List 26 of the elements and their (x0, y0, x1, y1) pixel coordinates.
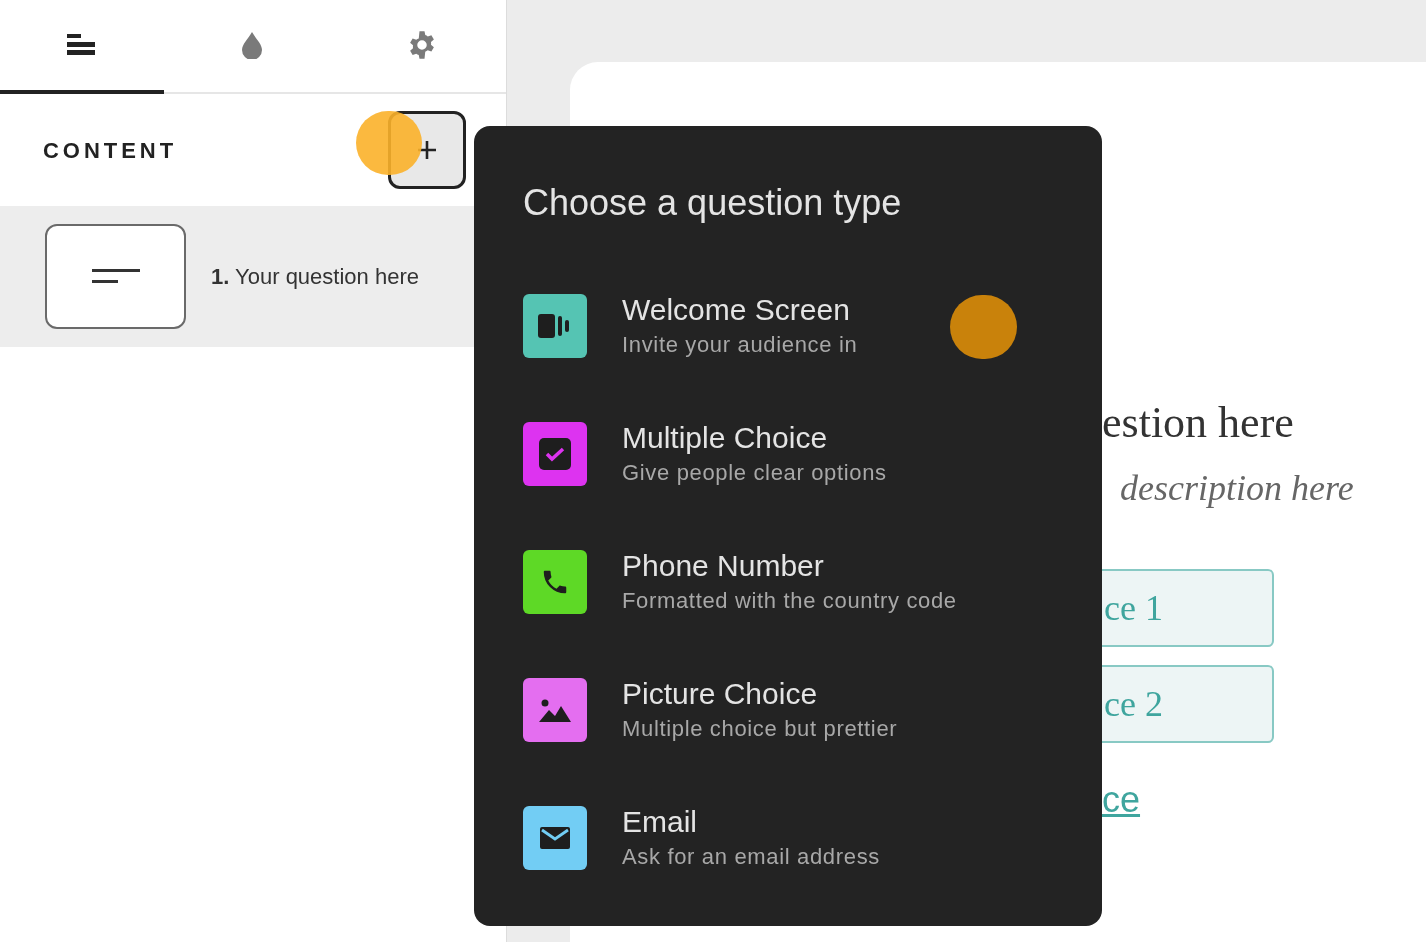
settings-icon (407, 30, 437, 60)
welcome-icon (538, 313, 572, 339)
option-title: Email (622, 804, 698, 840)
envelope-icon (540, 827, 570, 849)
option-description: Multiple choice but prettier (622, 715, 898, 743)
question-type-option[interactable]: Multiple Choice Give people clear options (523, 422, 1102, 486)
menu-title: Choose a question type (523, 181, 903, 225)
option-description: Ask for an email address (622, 843, 880, 871)
question-description: description here (1119, 467, 1355, 510)
option-title: Phone Number (622, 548, 825, 584)
question-title: estion here (1102, 397, 1295, 449)
question-label: 1. Your question here (211, 262, 420, 291)
option-title: Multiple Choice (622, 420, 829, 456)
option-description: Formatted with the country code (622, 587, 957, 615)
drop-icon (241, 31, 263, 59)
option-title: Picture Choice (622, 676, 819, 712)
option-description: Give people clear options (622, 459, 887, 487)
question-type-option[interactable]: Email Ask for an email address (523, 806, 1102, 870)
short-text-icon (91, 268, 140, 285)
checkbox-icon (539, 438, 571, 470)
image-icon (539, 698, 571, 722)
option-title: Welcome Screen (622, 292, 851, 328)
menu-lines-icon (67, 33, 97, 57)
option-description: Invite your audience in (622, 331, 858, 359)
question-type-option[interactable]: Welcome Screen Invite your audience in (523, 294, 1102, 358)
section-heading: CONTENT (43, 136, 178, 165)
